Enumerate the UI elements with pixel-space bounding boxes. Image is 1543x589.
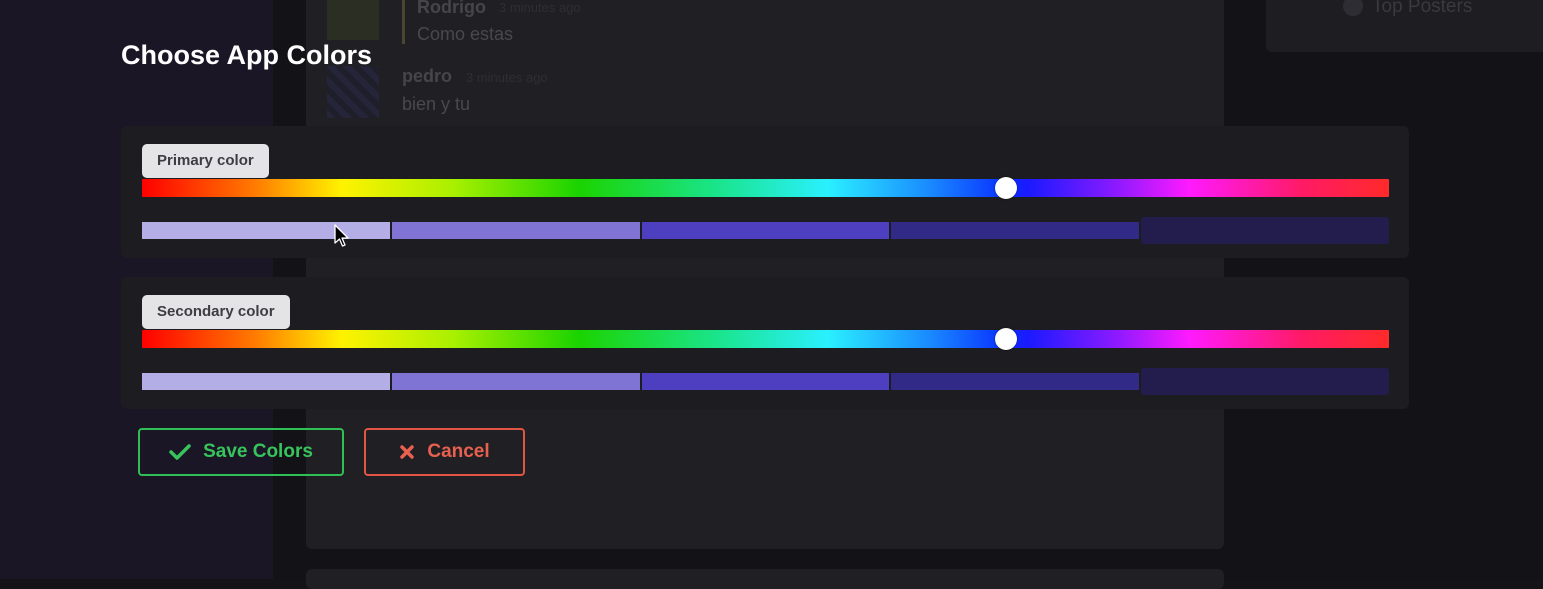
user-icon	[1343, 0, 1363, 16]
cancel-label: Cancel	[427, 441, 490, 462]
secondary-hue-thumb[interactable]	[995, 328, 1018, 350]
quote-bar	[402, 0, 405, 44]
primary-color-panel: Primary color	[121, 126, 1409, 258]
primary-hue-thumb[interactable]	[995, 177, 1018, 199]
secondary-shade-swatch[interactable]	[1141, 368, 1389, 395]
top-posters-card: Top Posters	[1266, 0, 1543, 52]
primary-shade-swatch[interactable]	[891, 222, 1142, 239]
message-author: Rodrigo	[417, 0, 486, 17]
secondary-shade-swatch[interactable]	[641, 373, 892, 390]
save-colors-label: Save Colors	[203, 441, 313, 462]
secondary-shade-swatch[interactable]	[142, 373, 392, 390]
secondary-shade-swatch[interactable]	[391, 373, 642, 390]
top-posters-title: Top Posters	[1372, 0, 1473, 17]
save-colors-button[interactable]: Save Colors	[138, 428, 344, 476]
avatar	[327, 66, 379, 118]
cancel-button[interactable]: Cancel	[364, 428, 525, 476]
sidebar-item	[0, 50, 4, 66]
secondary-shade-swatch[interactable]	[891, 373, 1142, 390]
primary-shade-swatch[interactable]	[142, 222, 392, 239]
check-icon	[169, 443, 191, 461]
secondary-color-panel: Secondary color	[121, 277, 1409, 409]
secondary-color-label: Secondary color	[142, 295, 290, 329]
primary-shade-swatch[interactable]	[641, 222, 892, 239]
primary-hue-slider[interactable]	[142, 177, 1389, 199]
avatar	[327, 0, 379, 40]
secondary-hue-slider[interactable]	[142, 328, 1389, 350]
mouse-cursor-icon	[334, 224, 350, 253]
message-time: 3 minutes ago	[466, 70, 548, 85]
message-time: 3 minutes ago	[499, 0, 581, 15]
x-icon	[399, 444, 415, 460]
primary-color-label: Primary color	[142, 144, 269, 178]
modal-title: Choose App Colors	[121, 40, 373, 70]
message-text: Como estas	[417, 24, 514, 44]
primary-shade-swatch[interactable]	[391, 222, 642, 239]
message-author: pedro	[402, 66, 453, 86]
primary-shade-swatch[interactable]	[1141, 217, 1389, 244]
message-text: bien y tu	[402, 94, 471, 114]
chat-feed-card	[306, 569, 1224, 589]
secondary-shade-swatches	[142, 368, 1389, 395]
primary-shade-swatches	[142, 217, 1389, 244]
